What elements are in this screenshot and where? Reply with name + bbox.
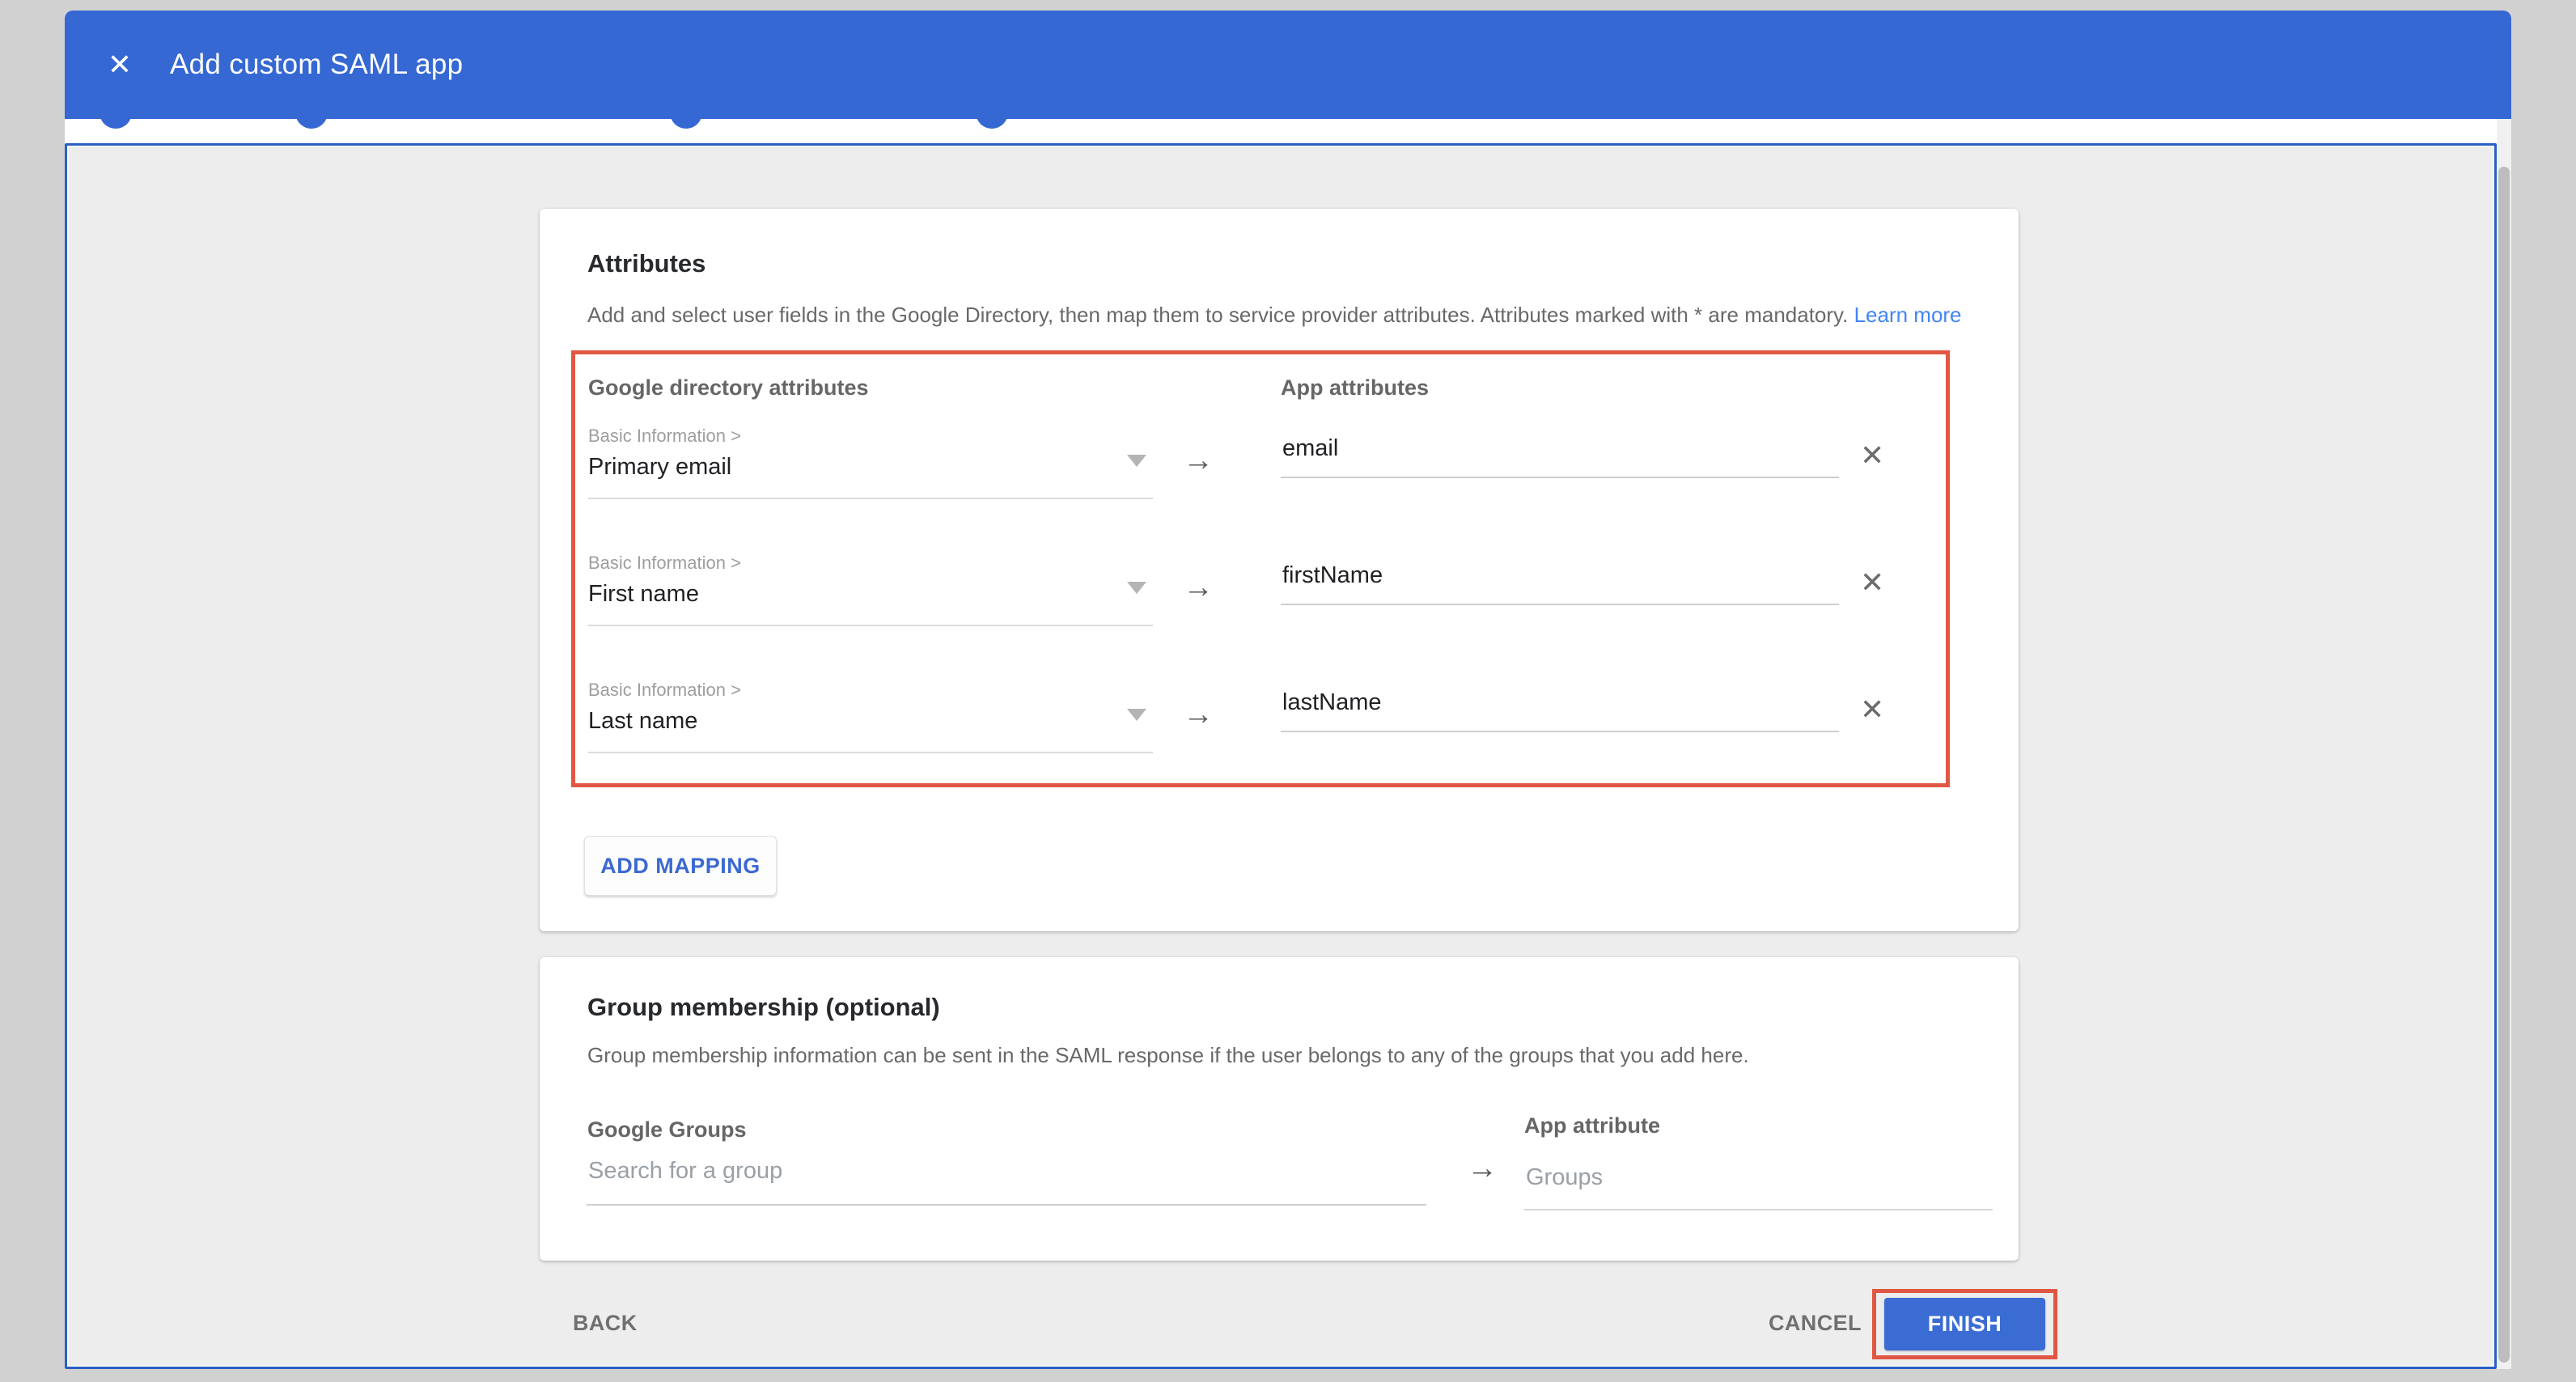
remove-mapping-icon[interactable]: ✕ (1860, 439, 1884, 473)
back-button[interactable]: BACK (573, 1311, 638, 1336)
app-attributes-header: App attributes (1281, 375, 1429, 401)
finish-button[interactable]: FINISH (1884, 1298, 2045, 1350)
finish-annotation-box: FINISH (1872, 1289, 2057, 1359)
directory-attribute-select-2[interactable]: Basic Information > First name (588, 551, 1153, 626)
scrollbar-thumb[interactable] (2498, 167, 2510, 1363)
group-membership-description: Group membership information can be sent… (587, 1043, 1749, 1068)
app-attribute-field-2 (1281, 562, 1839, 605)
group-app-attribute-input[interactable] (1524, 1164, 1993, 1210)
app-attribute-label: App attribute (1524, 1113, 1660, 1138)
app-attribute-input-2[interactable] (1281, 562, 1839, 605)
dialog-header: ✕ Add custom SAML app (65, 11, 2511, 119)
attributes-description: Add and select user fields in the Google… (587, 303, 1962, 328)
mapping-annotation-box: Google directory attributes App attribut… (571, 350, 1950, 787)
dropdown-caret-icon (1127, 582, 1146, 594)
group-app-attribute-field (1524, 1164, 1993, 1210)
app-attribute-input-3[interactable] (1281, 689, 1839, 732)
close-icon[interactable]: ✕ (102, 47, 138, 83)
app-attribute-field-1 (1281, 435, 1839, 478)
group-membership-title: Group membership (optional) (587, 993, 940, 1022)
mapping-row-last-name: Basic Information > Last name → ✕ (588, 678, 1931, 805)
attribute-field-value: Last name (588, 708, 1153, 735)
remove-mapping-icon[interactable]: ✕ (1860, 693, 1884, 727)
attribute-category-label: Basic Information > (588, 551, 1153, 574)
group-search-field (587, 1158, 1426, 1206)
learn-more-link[interactable]: Learn more (1854, 303, 1962, 327)
group-membership-card: Group membership (optional) Group member… (540, 957, 2019, 1261)
app-attribute-field-3 (1281, 689, 1839, 732)
arrow-right-icon: → (1183, 443, 1214, 478)
attribute-category-label: Basic Information > (588, 424, 1153, 447)
arrow-right-icon: → (1183, 570, 1214, 605)
attributes-description-text: Add and select user fields in the Google… (587, 303, 1854, 327)
mapping-row-first-name: Basic Information > First name → ✕ (588, 551, 1931, 678)
app-attribute-input-1[interactable] (1281, 435, 1839, 478)
remove-mapping-icon[interactable]: ✕ (1860, 566, 1884, 600)
attributes-card: Attributes Add and select user fields in… (540, 209, 2019, 931)
attribute-category-label: Basic Information > (588, 678, 1153, 701)
directory-attribute-select-3[interactable]: Basic Information > Last name (588, 678, 1153, 753)
arrow-right-icon: → (1467, 1151, 1498, 1186)
mapping-row-primary-email: Basic Information > Primary email → ✕ (588, 424, 1931, 551)
dropdown-caret-icon (1127, 455, 1146, 467)
group-search-input[interactable] (587, 1158, 1426, 1206)
mapping-rows: Basic Information > Primary email → ✕ Ba… (588, 424, 1931, 805)
arrow-right-icon: → (1183, 697, 1214, 732)
add-mapping-button[interactable]: ADD MAPPING (584, 836, 777, 896)
google-directory-attributes-header: Google directory attributes (588, 375, 869, 401)
wizard-content: Attributes Add and select user fields in… (65, 143, 2497, 1369)
google-groups-label: Google Groups (587, 1117, 747, 1142)
attributes-title: Attributes (587, 249, 705, 278)
attribute-field-value: Primary email (588, 454, 1153, 481)
directory-attribute-select-1[interactable]: Basic Information > Primary email (588, 424, 1153, 499)
dialog-title: Add custom SAML app (170, 49, 463, 81)
dropdown-caret-icon (1127, 709, 1146, 721)
cancel-button[interactable]: CANCEL (1769, 1311, 1862, 1336)
attribute-field-value: First name (588, 581, 1153, 608)
